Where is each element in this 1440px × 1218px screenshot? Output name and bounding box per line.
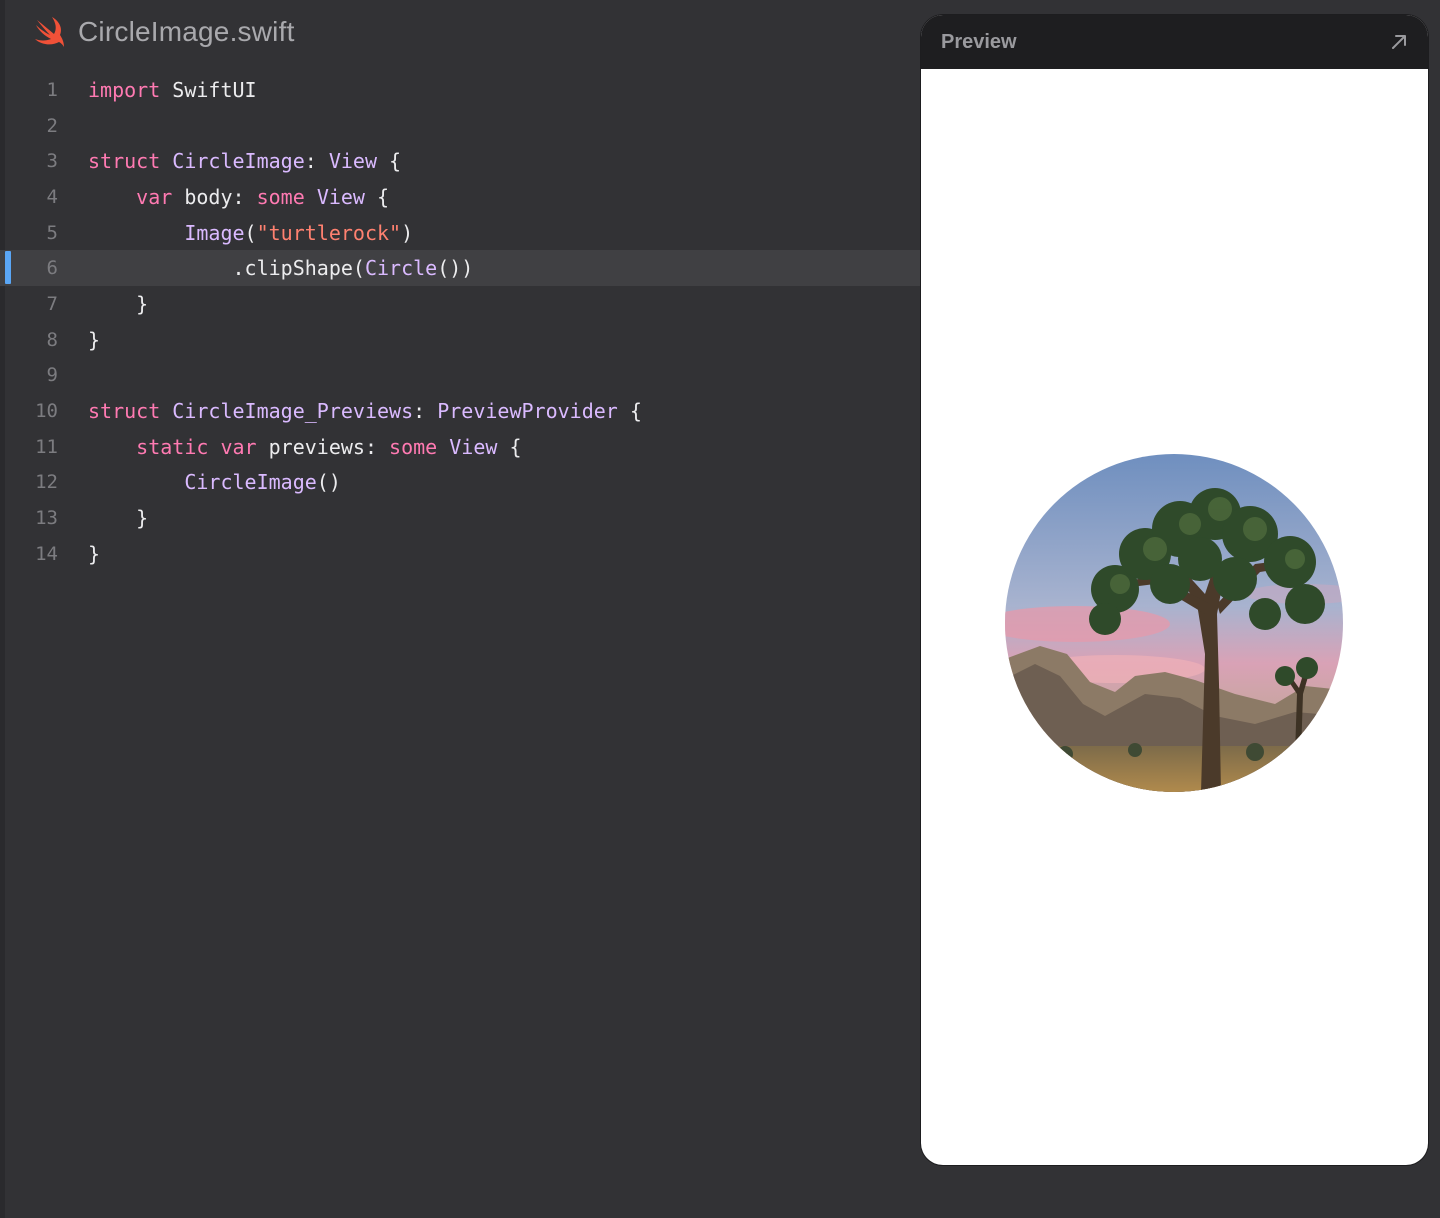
code-line-4: 4 var body: some View { [0, 179, 921, 215]
code-text: var body: some View { [58, 185, 389, 209]
swift-icon [35, 17, 64, 47]
type-token: CircleImage [184, 470, 317, 495]
code-text: } [58, 328, 100, 352]
type-token: View [328, 149, 378, 174]
plain-token: { [364, 184, 390, 209]
plain-token: : [413, 399, 438, 424]
code-text: } [58, 506, 148, 530]
type-token: Image [184, 220, 245, 245]
turtlerock-circle-image [1005, 454, 1343, 792]
line-number: 1 [46, 78, 58, 101]
code-text: Image("turtlerock") [58, 221, 413, 245]
code-text: } [58, 542, 100, 566]
type-token: CircleImage [172, 149, 305, 174]
plain-token: { [617, 399, 642, 424]
plain-token: previews: [256, 434, 390, 459]
keyword-token: some [256, 184, 305, 209]
code-line-8: 8} [0, 322, 921, 358]
code-text: .clipShape(Circle()) [58, 256, 473, 280]
type-token: Circle [364, 256, 438, 281]
line-number: 13 [35, 507, 58, 530]
line-number: 4 [46, 185, 58, 208]
code-text: CircleImage() [58, 470, 341, 494]
line-number: 6 [46, 257, 58, 280]
code-line-13: 13 } [0, 500, 921, 536]
code-text: struct CircleImage: View { [58, 149, 401, 173]
code-text: static var previews: some View { [58, 434, 522, 459]
keyword-token: struct [88, 149, 161, 174]
line-number: 12 [35, 471, 58, 494]
code-line-7: 7 } [0, 286, 921, 322]
line-number: 14 [35, 542, 58, 565]
code-text: import SwiftUI [58, 78, 257, 102]
plain-token: } [88, 291, 149, 316]
line-number: 3 [46, 150, 58, 173]
type-token: CircleImage_Previews [172, 399, 414, 424]
indent-token [88, 221, 184, 245]
plain-token: } [88, 327, 101, 352]
string-token: "turtlerock" [256, 220, 402, 245]
type-token: View [316, 184, 365, 209]
code-text: } [58, 292, 148, 316]
line-number: 10 [35, 400, 58, 423]
keyword-token: some [389, 434, 438, 459]
line-number: 11 [35, 435, 58, 458]
keyword-token: var [136, 184, 173, 209]
line-number: 9 [46, 364, 58, 387]
line-number: 2 [46, 114, 58, 137]
code-line-9: 9 [0, 358, 921, 394]
plain-token: SwiftUI [160, 77, 257, 102]
type-token: PreviewProvider [437, 399, 618, 424]
preview-title: Preview [941, 30, 1017, 53]
preview-panel: Preview [921, 15, 1428, 1165]
keyword-token: var [220, 434, 257, 459]
code-line-14: 14} [0, 536, 921, 572]
code-editor[interactable]: 1 import SwiftUI 2 3 struct CircleImage: V… [0, 72, 921, 572]
indent-token [88, 185, 136, 209]
plain-token: ()) [437, 256, 474, 281]
plain-token: } [88, 541, 101, 566]
code-line-10: 10 struct CircleImage_Previews: PreviewPr… [0, 393, 921, 429]
plain-token: .clipShape( [88, 256, 365, 281]
code-line-3: 3 struct CircleImage: View { [0, 143, 921, 179]
plain-token: } [88, 506, 149, 531]
code-text: struct CircleImage_Previews: PreviewProv… [58, 399, 642, 423]
code-line-12: 12 CircleImage() [0, 465, 921, 501]
code-line-1: 1 import SwiftUI [0, 72, 921, 108]
arrow-up-right-icon[interactable] [1390, 33, 1408, 51]
plain-token: ) [401, 220, 414, 245]
code-line-5: 5 Image("turtlerock") [0, 215, 921, 251]
plain-token: body: [172, 184, 257, 209]
indent-token [88, 435, 136, 459]
line-number: 5 [46, 221, 58, 244]
keyword-token: static [136, 434, 209, 459]
type-token: View [449, 434, 498, 459]
preview-header: Preview [921, 15, 1428, 69]
keyword-token: import [88, 77, 161, 102]
plain-token: : [304, 149, 329, 174]
keyword-token: struct [88, 399, 161, 424]
code-line-6-active: 6 .clipShape(Circle()) [0, 250, 921, 287]
code-line-11: 11 static var previews: some View { [0, 429, 921, 465]
plain-token: ( [244, 220, 257, 245]
code-line-2: 2 [0, 108, 921, 144]
plain-token: { [497, 434, 522, 459]
file-tab[interactable]: CircleImage.swift [32, 14, 295, 50]
plain-token: () [316, 470, 341, 495]
indent-token [88, 470, 184, 494]
plain-token: { [377, 149, 402, 174]
line-number: 7 [46, 292, 58, 315]
line-number: 8 [46, 328, 58, 351]
file-name: CircleImage.swift [78, 16, 295, 47]
